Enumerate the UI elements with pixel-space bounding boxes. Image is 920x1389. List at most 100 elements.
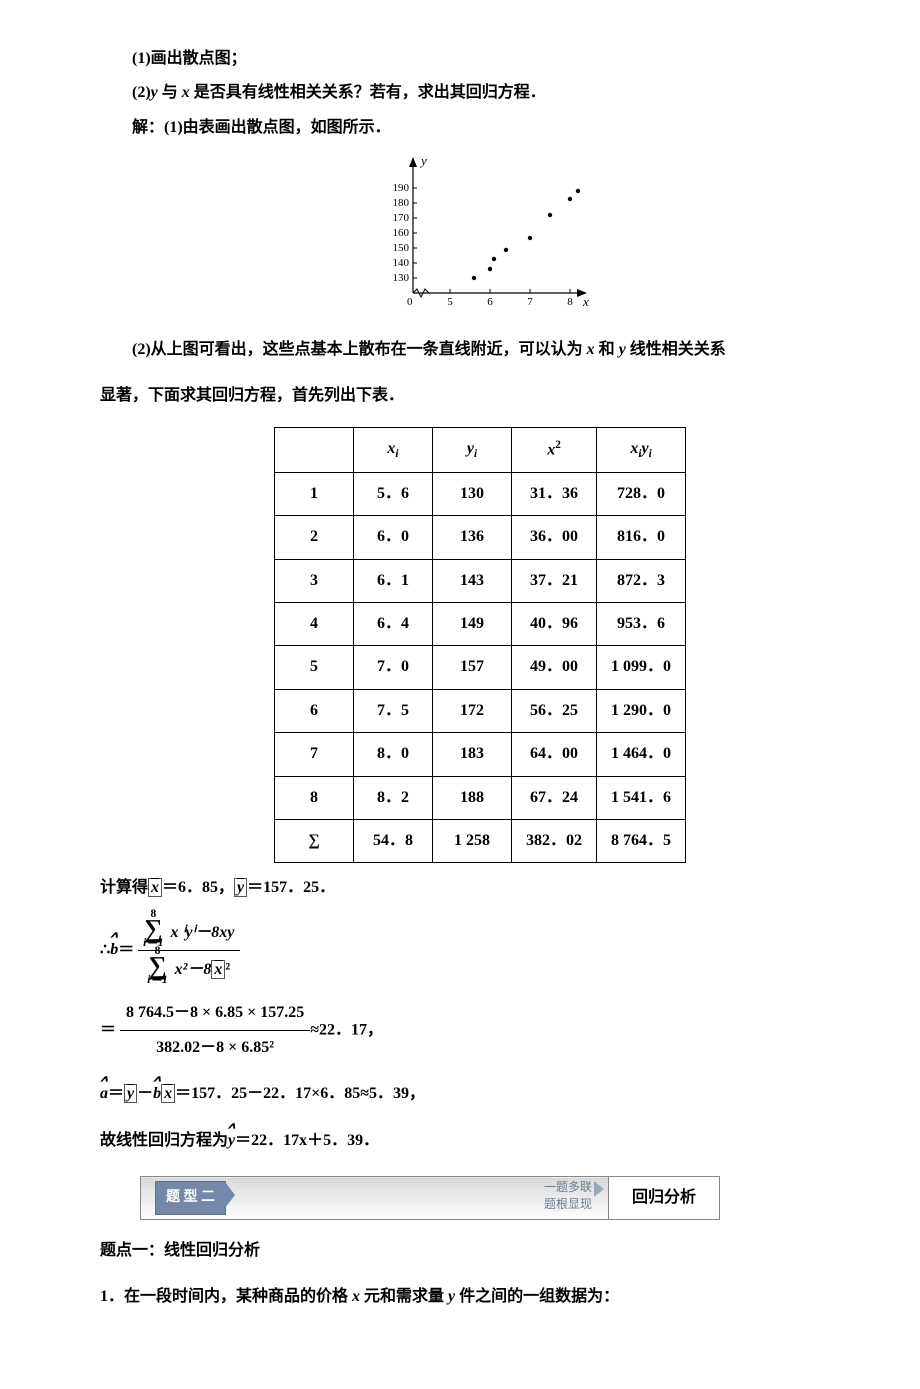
table-cell: 6．0 <box>353 516 432 559</box>
table-cell: 1 541．6 <box>597 776 686 819</box>
table-cell: ∑ <box>274 819 353 862</box>
table-cell: 7 <box>274 733 353 776</box>
sol2-post: 线性相关关系 <box>626 341 726 358</box>
table-cell: 1 099．0 <box>597 646 686 689</box>
banner-note2: 题根显现 <box>544 1197 592 1211</box>
banner-left: 题 型 二 一题多联 题根显现 <box>141 1177 609 1220</box>
sol2-x: x <box>587 341 595 358</box>
solution-1: 解：(1)由表画出散点图，如图所示． <box>100 113 860 143</box>
question-2: (2)y 与 x 是否具有线性相关关系？若有，求出其回归方程． <box>100 78 860 108</box>
table-cell: 36．00 <box>511 516 596 559</box>
den-tail-a: x²－8 <box>175 961 212 978</box>
table-cell: 872．3 <box>597 559 686 602</box>
sigma-num: ∑8i＝1 <box>144 916 162 942</box>
q2-mid1: 与 <box>158 84 182 101</box>
a-ybar: y <box>124 1084 137 1103</box>
table-cell: 1 258 <box>432 819 511 862</box>
table-cell: 149 <box>432 602 511 645</box>
sol-label: 解：(1) <box>132 119 183 136</box>
banner-right: 回归分析 <box>609 1177 720 1220</box>
ybar: y <box>234 878 247 897</box>
final-eq: ＝22．17x＋5．39． <box>235 1132 379 1149</box>
p1-x: x <box>352 1288 360 1305</box>
svg-text:0: 0 <box>407 296 413 308</box>
eq2: ＝ <box>100 1021 116 1038</box>
table-cell: 816．0 <box>597 516 686 559</box>
q2-post: 是否具有线性相关关系？若有，求出其回归方程． <box>190 84 546 101</box>
table-cell: 54．8 <box>353 819 432 862</box>
means-line: 计算得x＝6．85，y＝157．25． <box>100 873 860 903</box>
solution-2-line1: (2)从上图可看出，这些点基本上散布在一条直线附近，可以认为 x 和 y 线性相… <box>100 335 860 365</box>
sol2-and: 和 <box>595 341 619 358</box>
table-cell: 40．96 <box>511 602 596 645</box>
svg-text:180: 180 <box>393 197 410 209</box>
approx-b: ≈22．17， <box>310 1021 383 1038</box>
y-hat: y <box>228 1126 235 1156</box>
table-cell: 37．21 <box>511 559 596 602</box>
ahat-line: a＝y－bx＝157．25－22．17×6．85≈5．39， <box>100 1079 860 1109</box>
den-xbar: x <box>211 960 225 979</box>
frac2-den: 382.02－8 × 6.85² <box>120 1031 310 1063</box>
th-yi: yi <box>432 428 511 472</box>
bhat-numeric: ＝ 8 764.5－8 × 6.85 × 157.25 382.02－8 × 6… <box>100 998 860 1064</box>
q2-pre: (2) <box>132 84 151 101</box>
table-body: 15．613031．36728．026．013636．00816．036．114… <box>274 472 685 863</box>
table-cell: 1 <box>274 472 353 515</box>
table-cell: 4 <box>274 602 353 645</box>
th-xi: xi <box>353 428 432 472</box>
sol2-y: y <box>619 341 626 358</box>
svg-text:5: 5 <box>447 296 453 308</box>
b-hat: b <box>110 935 118 965</box>
a-xbar: x <box>161 1084 175 1103</box>
table-row: 36．114337．21872．3 <box>274 559 685 602</box>
table-row: 46．414940．96953．6 <box>274 602 685 645</box>
solution-2-line2: 显著，下面求其回归方程，首先列出下表． <box>100 381 860 411</box>
table-row: 15．613031．36728．0 <box>274 472 685 515</box>
final-pre: 故线性回归方程为 <box>100 1132 228 1149</box>
xbar: x <box>148 878 162 897</box>
den-tail-c: ² <box>225 961 230 978</box>
compute-pre: 计算得 <box>100 879 148 896</box>
table-cell: 1 464．0 <box>597 733 686 776</box>
svg-text:150: 150 <box>393 242 410 254</box>
var-y: y <box>151 84 158 101</box>
a-expr: ＝157．25－22．17×6．85≈5．39， <box>175 1085 425 1102</box>
ybar-eq: ＝157．25． <box>247 879 335 896</box>
computation-table: xi yi x2 xiyi 15．613031．36728．026．013636… <box>274 427 686 863</box>
a-bhat: b <box>153 1079 161 1109</box>
banner-note1: 一题多联 <box>544 1180 592 1194</box>
table-cell: 7．0 <box>353 646 432 689</box>
svg-text:7: 7 <box>527 296 533 308</box>
table-cell: 31．36 <box>511 472 596 515</box>
table-row: 67．517256．251 290．0 <box>274 689 685 732</box>
table-row: ∑54．81 258382．028 764．5 <box>274 819 685 862</box>
th-blank <box>274 428 353 472</box>
table-cell: 136 <box>432 516 511 559</box>
table-cell: 188 <box>432 776 511 819</box>
table-row: 57．015749．001 099．0 <box>274 646 685 689</box>
xbar-eq: ＝6．85， <box>162 879 234 896</box>
a-hat: a <box>100 1079 108 1109</box>
table-cell: 56．25 <box>511 689 596 732</box>
sigma-den: ∑8i＝1 <box>148 953 166 979</box>
banner-note: 一题多联 题根显现 <box>544 1179 592 1213</box>
table-cell: 7．5 <box>353 689 432 732</box>
table-cell: 183 <box>432 733 511 776</box>
table-cell: 67．24 <box>511 776 596 819</box>
bhat-fraction: ∑8i＝1 x ⁱyⁱ－8xy ∑8i＝1 x²－8x² <box>138 916 240 986</box>
p1-pre: 1．在一段时间内，某种商品的价格 <box>100 1288 352 1305</box>
svg-text:8: 8 <box>567 296 573 308</box>
th-xiyi: xiyi <box>597 428 686 472</box>
svg-text:6: 6 <box>487 296 493 308</box>
table-header-row: xi yi x2 xiyi <box>274 428 685 472</box>
sol1-text: 由表画出散点图，如图所示． <box>183 119 391 136</box>
bhat-formula: ∴b＝ ∑8i＝1 x ⁱyⁱ－8xy ∑8i＝1 x²－8x² <box>100 916 860 986</box>
svg-text:130: 130 <box>393 272 410 284</box>
frac2-num: 8 764.5－8 × 6.85 × 157.25 <box>120 998 310 1031</box>
problem-1: 1．在一段时间内，某种商品的价格 x 元和需求量 y 件之间的一组数据为： <box>100 1282 860 1312</box>
table-cell: 143 <box>432 559 511 602</box>
svg-text:160: 160 <box>393 227 410 239</box>
numeric-fraction: 8 764.5－8 × 6.85 × 157.25 382.02－8 × 6.8… <box>120 998 310 1064</box>
svg-text:y: y <box>419 153 427 168</box>
scatter-svg: 130 140 150 160 170 180 190 5 6 7 8 0 y … <box>365 153 595 313</box>
